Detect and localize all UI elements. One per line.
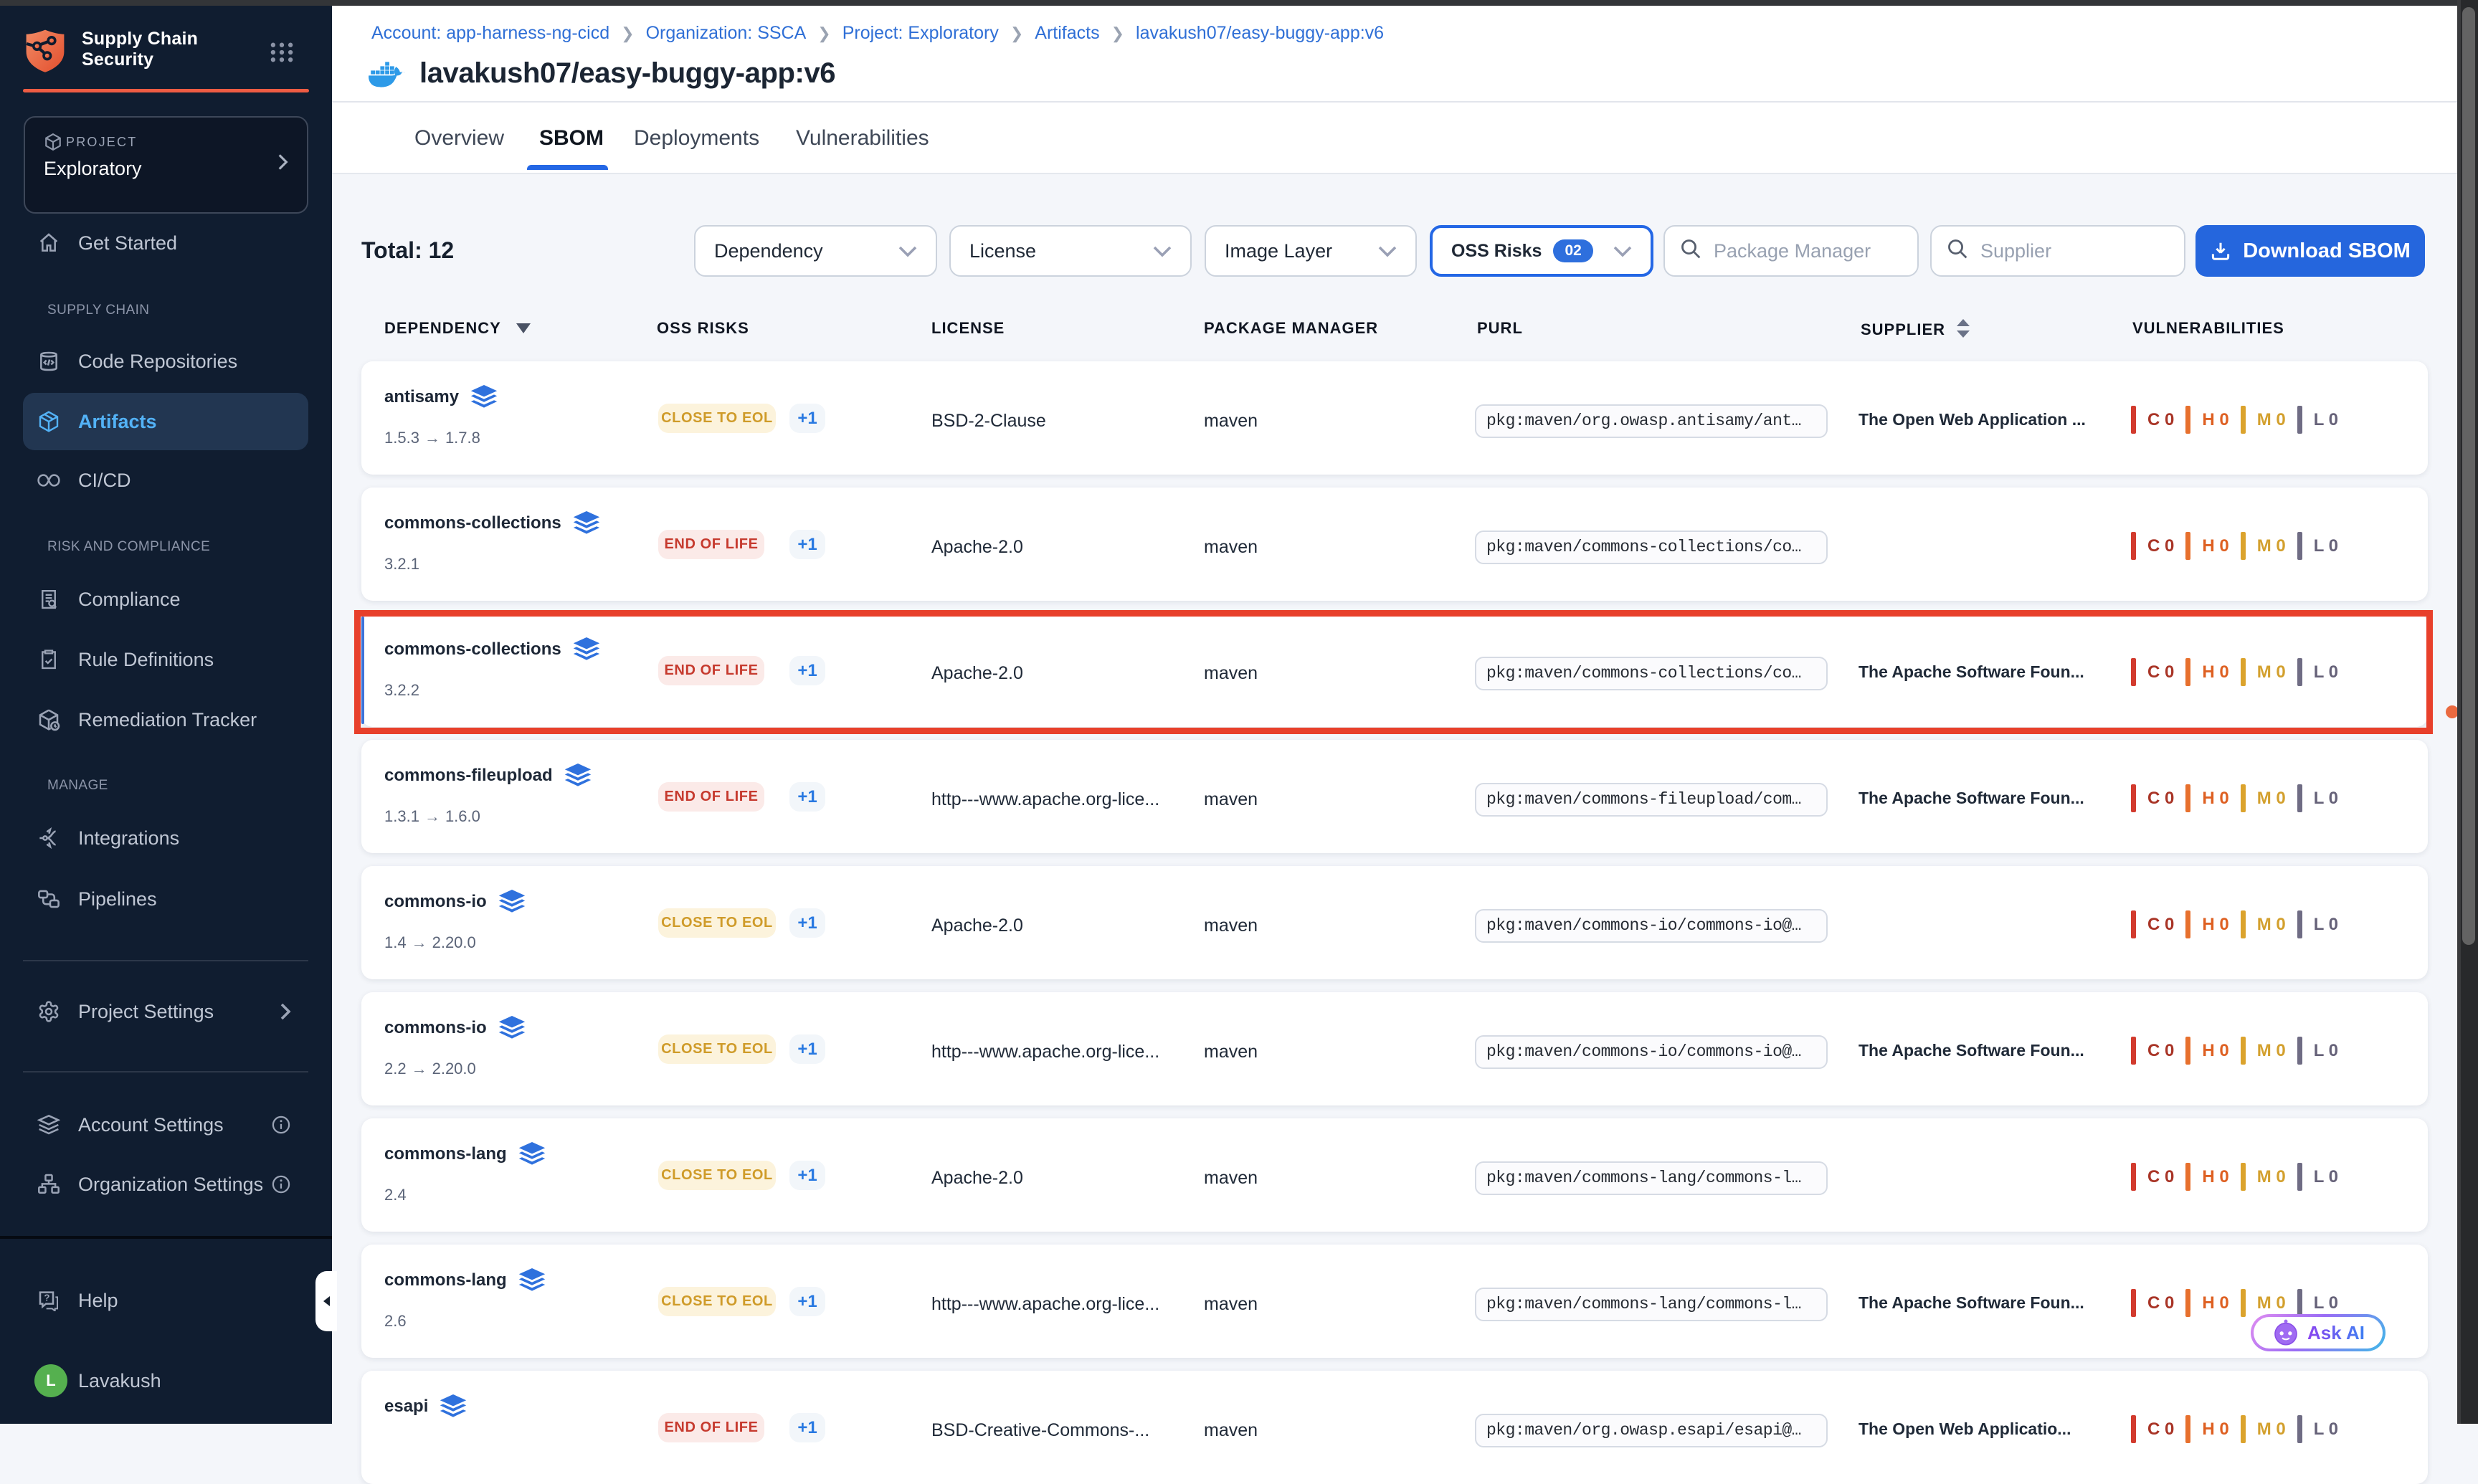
svg-text:?: ? [44,1293,49,1303]
